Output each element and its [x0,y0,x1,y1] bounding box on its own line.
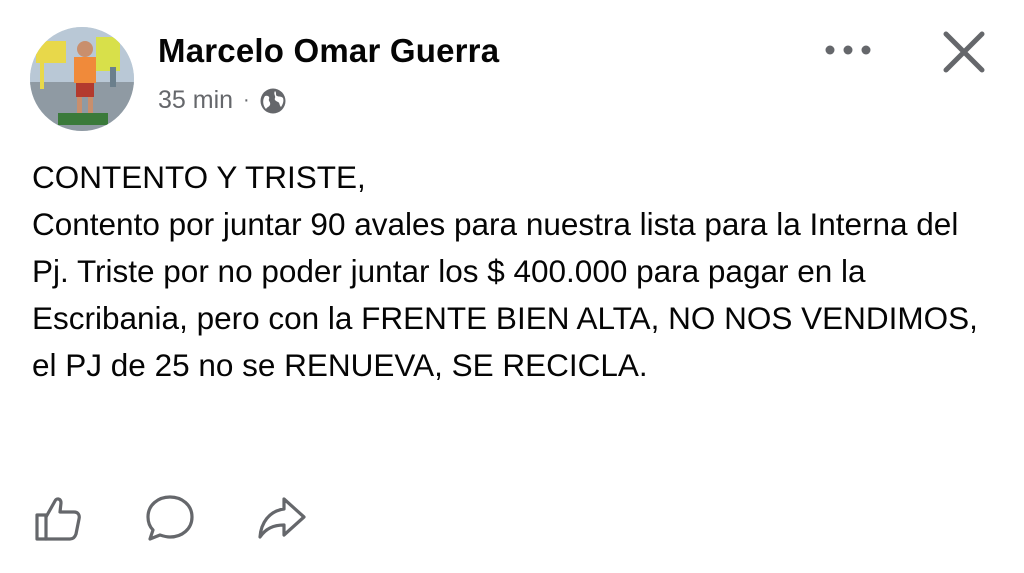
timestamp[interactable]: 35 min [158,86,233,115]
post-meta: 35 min · [158,86,287,115]
facebook-post: Marcelo Omar Guerra 35 min · CONTENTO Y … [0,0,1024,573]
more-options-button[interactable] [820,30,876,70]
comment-icon [146,495,194,541]
avatar[interactable] [30,27,134,131]
author-name[interactable]: Marcelo Omar Guerra [158,32,499,70]
like-icon [35,497,81,541]
globe-icon [259,87,287,115]
comment-button[interactable] [142,490,198,546]
like-button[interactable] [30,490,86,546]
post-text: CONTENTO Y TRISTE, Contento por juntar 9… [32,159,978,383]
post-header: Marcelo Omar Guerra 35 min · [30,24,1004,134]
meta-separator: · [243,89,250,111]
more-horizontal-icon [825,45,871,55]
close-icon [943,31,985,73]
share-button[interactable] [254,490,310,546]
post-actions [30,490,366,546]
avatar-photo [30,27,134,131]
close-button[interactable] [936,24,992,80]
share-icon [258,497,306,539]
